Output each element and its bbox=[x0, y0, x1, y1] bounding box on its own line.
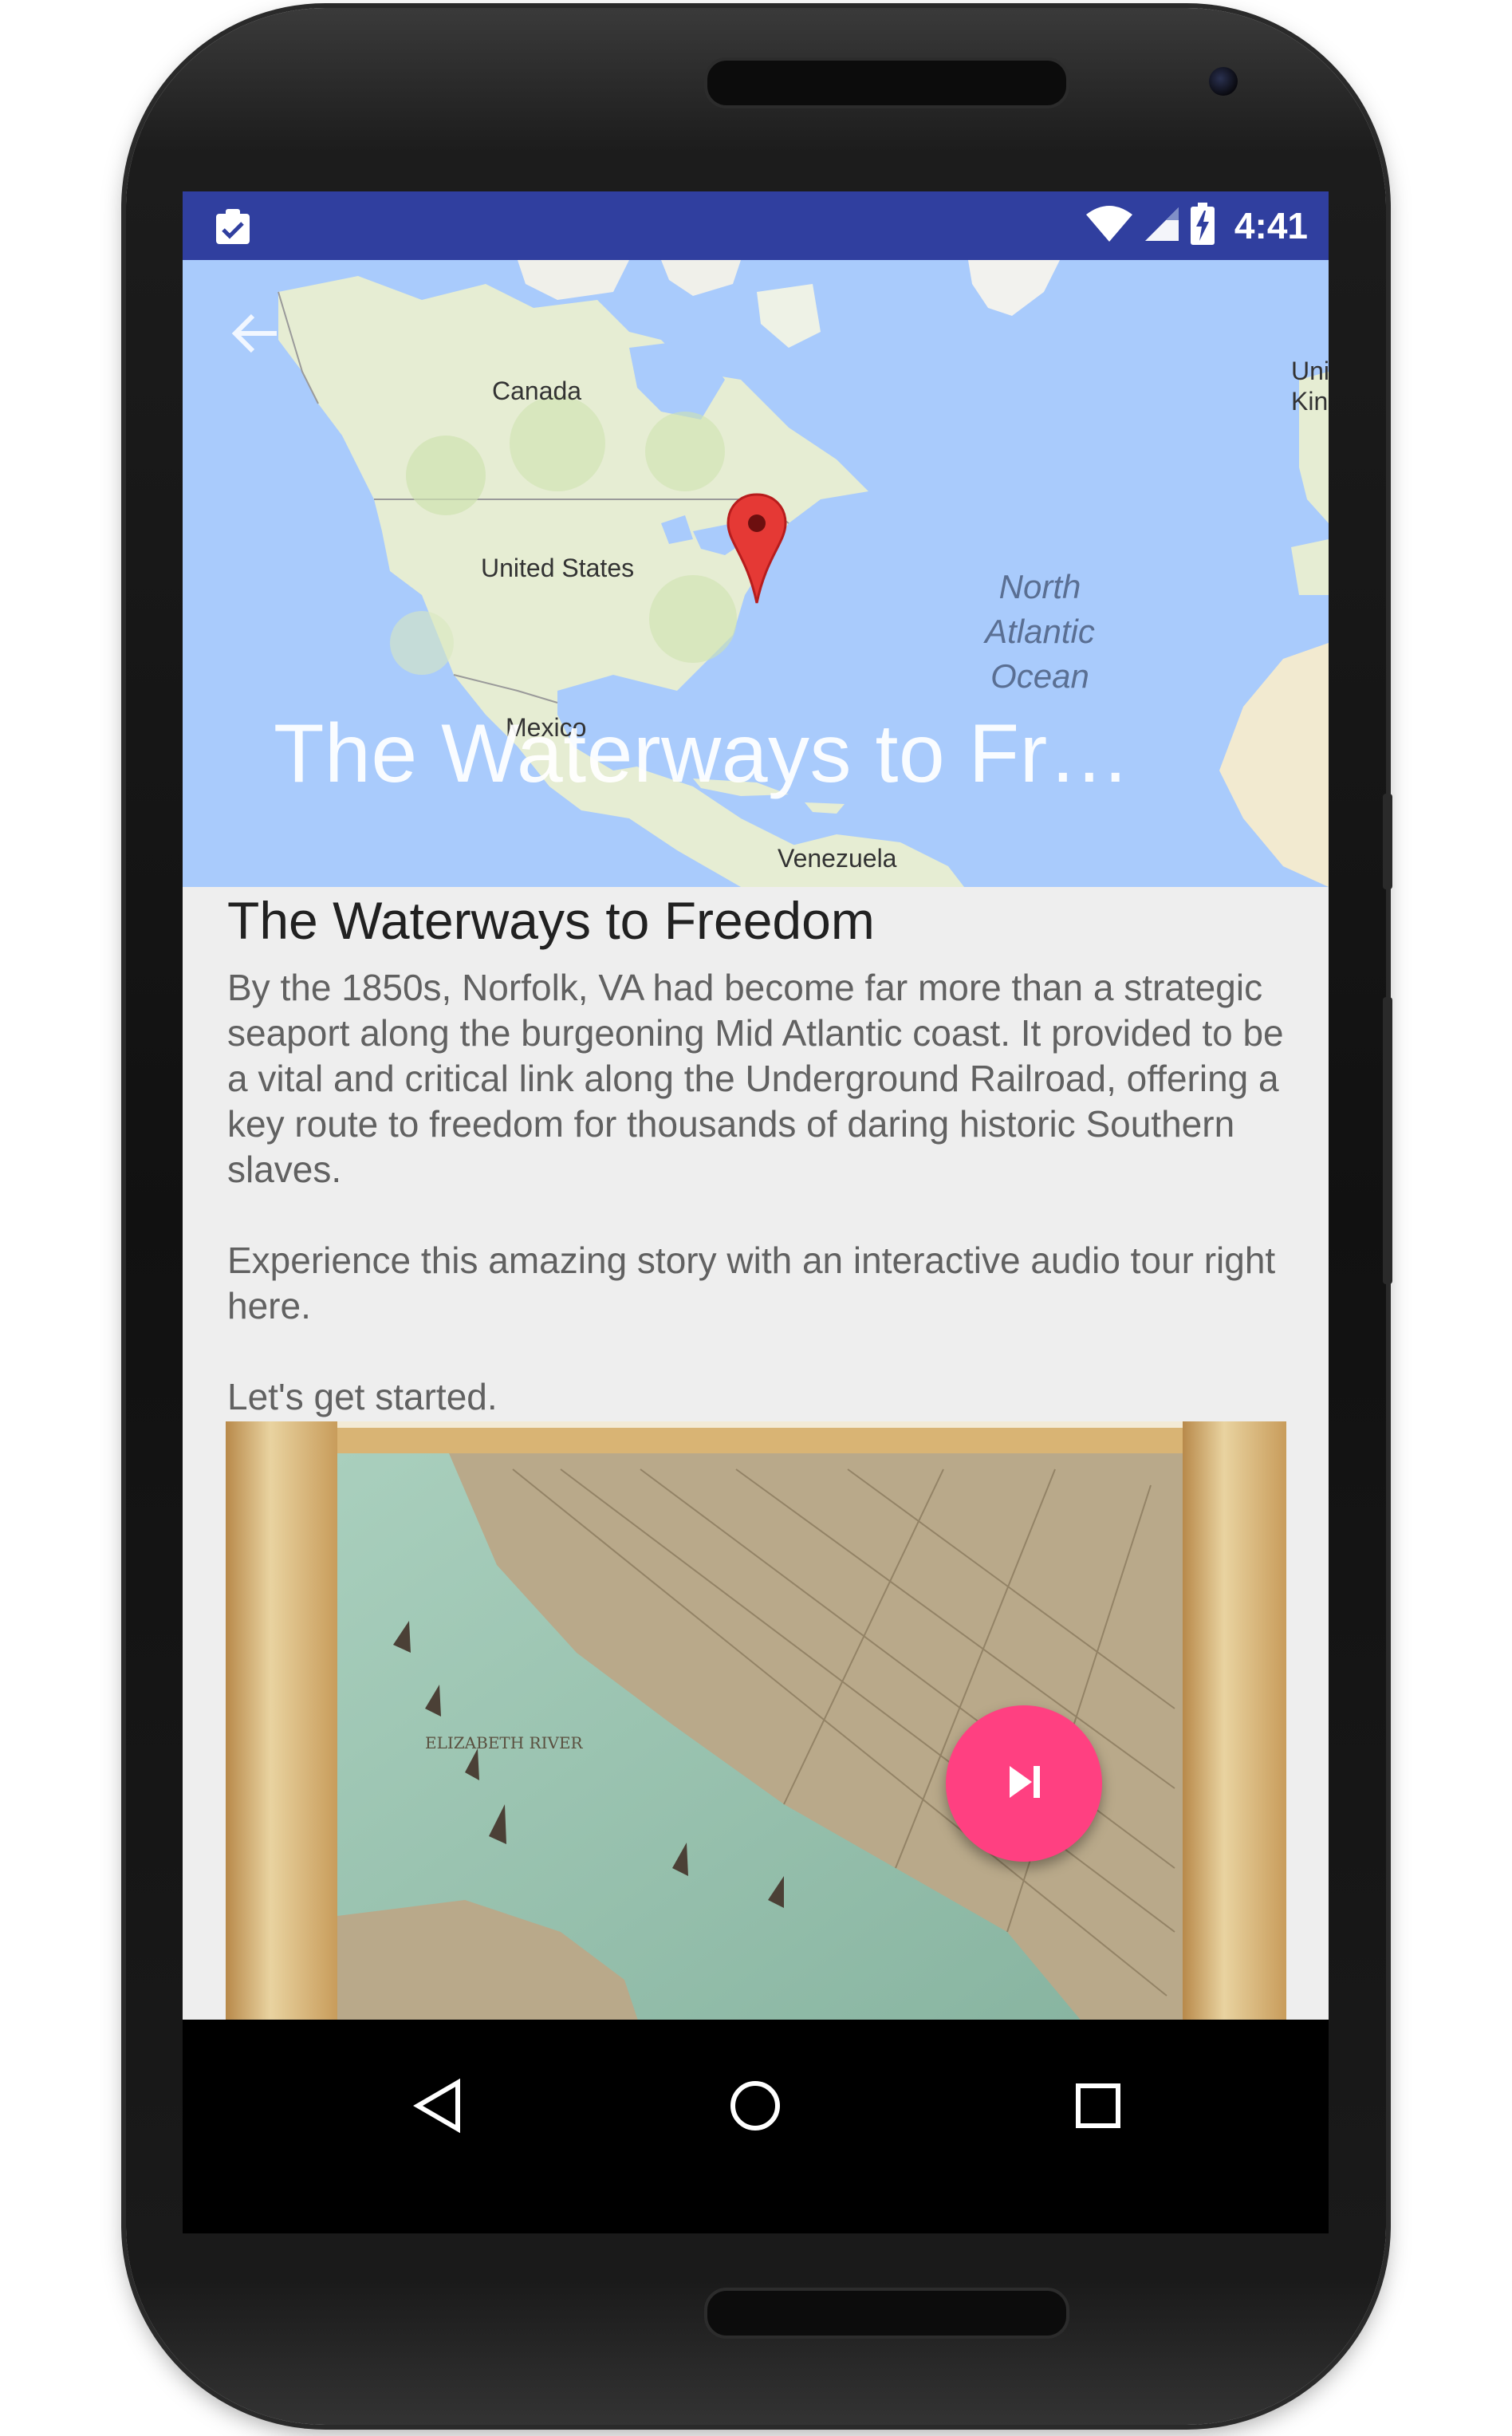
status-bar: 4:41 bbox=[183, 191, 1329, 260]
description-paragraph-2: Experience this amazing story with an in… bbox=[227, 1240, 1276, 1326]
status-icons: 4:41 bbox=[1085, 199, 1308, 252]
historic-norfolk-map-image[interactable]: ELIZABETH RIVER bbox=[226, 1421, 1286, 2020]
front-camera bbox=[1209, 67, 1238, 96]
map-label-ocean-line3: Ocean bbox=[990, 657, 1089, 695]
volume-button bbox=[1383, 997, 1392, 1284]
notification-clipboard-icon bbox=[213, 207, 253, 249]
image-caption-text: ELIZABETH RIVER bbox=[425, 1733, 584, 1752]
description-paragraph-3: Let's get started. bbox=[227, 1376, 498, 1417]
back-icon bbox=[410, 2078, 466, 2137]
play-next-fab[interactable] bbox=[946, 1705, 1102, 1862]
navigation-bar bbox=[183, 2020, 1329, 2233]
device-screen: 4:41 Canada United States Mexico Venezue… bbox=[183, 191, 1329, 2233]
map-label-ocean-line1: North bbox=[998, 568, 1081, 605]
map-label-united-kingdom: Uni King bbox=[1291, 356, 1329, 416]
map-label-uk-line2: King bbox=[1291, 387, 1329, 416]
skip-next-icon bbox=[1000, 1758, 1048, 1809]
description-paragraph-1: By the 1850s, Norfolk, VA had become far… bbox=[227, 967, 1284, 1190]
map-label-canada: Canada bbox=[492, 376, 582, 405]
wifi-icon bbox=[1085, 205, 1134, 246]
map-label-venezuela: Venezuela bbox=[778, 844, 897, 873]
battery-charging-icon bbox=[1190, 203, 1215, 249]
map-label-north-atlantic-ocean: North Atlantic Ocean bbox=[980, 565, 1100, 699]
power-button bbox=[1383, 794, 1392, 889]
nav-recents-button[interactable] bbox=[1050, 2060, 1146, 2155]
earpiece-speaker bbox=[704, 57, 1069, 108]
map-label-uk-line1: Uni bbox=[1291, 357, 1329, 385]
recents-icon bbox=[1070, 2078, 1126, 2137]
status-clock: 4:41 bbox=[1234, 205, 1308, 246]
back-arrow-icon[interactable] bbox=[229, 311, 280, 359]
collapsing-toolbar-title: The Waterways to Fr… bbox=[274, 708, 1132, 800]
header-map[interactable]: Canada United States Mexico Venezuela Un… bbox=[183, 260, 1329, 887]
home-icon bbox=[727, 2078, 783, 2137]
map-label-united-states: United States bbox=[481, 554, 635, 582]
signal-icon bbox=[1144, 206, 1180, 246]
nav-back-button[interactable] bbox=[390, 2060, 486, 2155]
bottom-speaker bbox=[704, 2288, 1069, 2339]
tour-description: By the 1850s, Norfolk, VA had become far… bbox=[227, 965, 1288, 1420]
map-label-ocean-line2: Atlantic bbox=[985, 613, 1095, 650]
tour-title: The Waterways to Freedom bbox=[227, 891, 875, 950]
nav-home-button[interactable] bbox=[707, 2060, 803, 2155]
tour-content[interactable]: The Waterways to Freedom By the 1850s, N… bbox=[183, 887, 1329, 2020]
map-marker-icon[interactable] bbox=[726, 493, 787, 608]
